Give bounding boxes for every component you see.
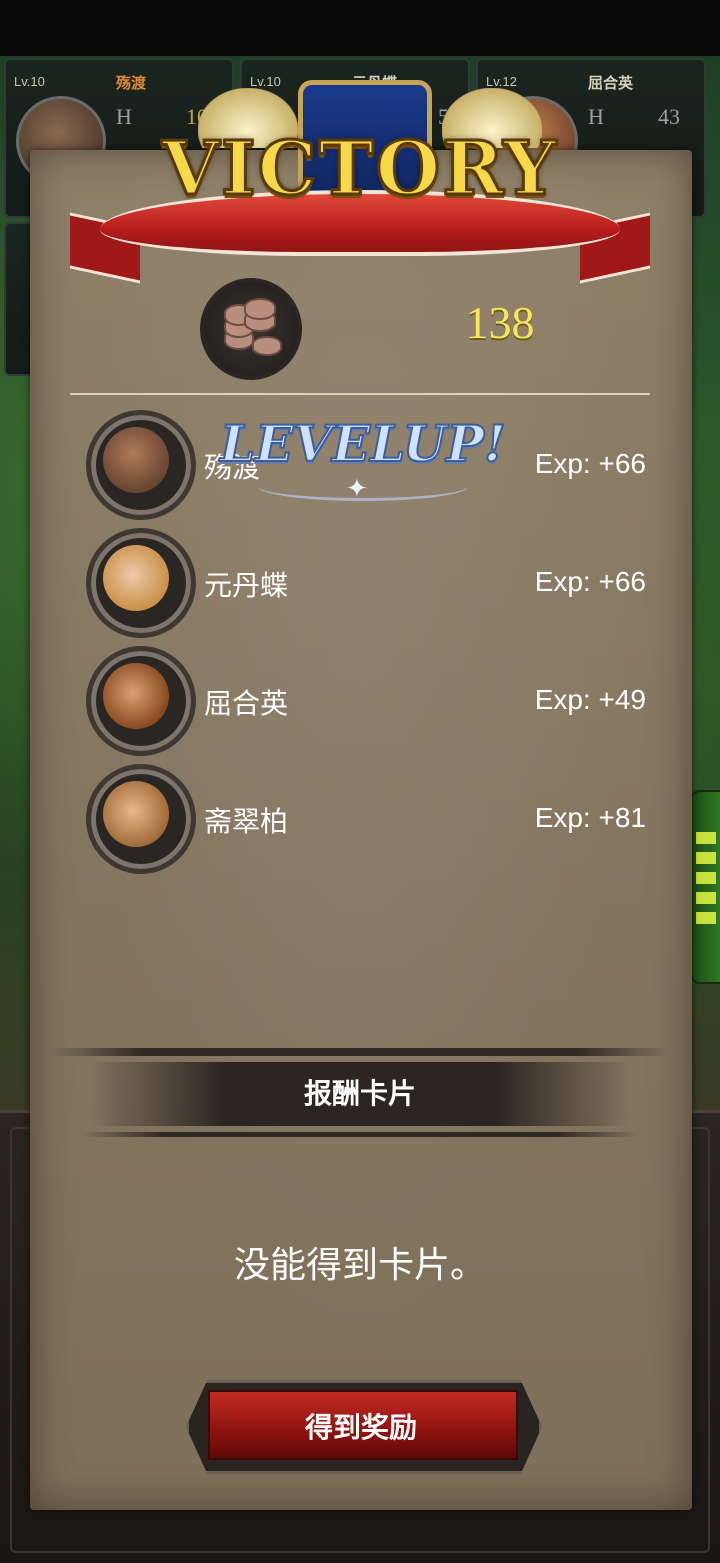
unit-hp-value: 43: [658, 104, 680, 129]
victory-title: VICTORY: [160, 125, 559, 214]
header-ornament-bottom: [80, 1132, 640, 1137]
gauge-segment: [696, 912, 716, 924]
hero-exp: Exp: +66: [534, 566, 646, 597]
header-ornament-top: [50, 1048, 670, 1056]
side-energy-gauge[interactable]: [690, 790, 720, 984]
hero-exp-row: 斋翠柏 Exp: +81: [80, 764, 660, 874]
hero-exp-row: 元丹蝶 Exp: +66: [80, 528, 660, 638]
hero-exp-row: 屈合英 Exp: +49: [80, 646, 660, 756]
hero-name: 斋翠柏: [204, 805, 289, 838]
hero-face: [103, 663, 169, 729]
hero-portrait: [86, 410, 196, 520]
hero-portrait: [86, 646, 196, 756]
coin: [244, 298, 276, 320]
coin-reward-value: 138: [465, 297, 535, 348]
hero-exp: Exp: +66: [534, 448, 646, 479]
hero-portrait: [86, 528, 196, 638]
gauge-segment: [696, 832, 716, 844]
level-up-badge: LEVELUP! ✦: [218, 408, 508, 508]
coin: [252, 336, 282, 356]
coin-stack-icon: [200, 278, 302, 380]
sparkle-icon: ✦: [346, 474, 368, 504]
victory-banner: VICTORY: [70, 70, 650, 284]
gauge-segment: [696, 852, 716, 864]
unit-level: Lv.10: [14, 74, 45, 89]
hero-face: [103, 427, 169, 493]
level-up-text: LEVELUP!: [219, 413, 507, 474]
reward-card-title: 报酬卡片: [303, 1077, 416, 1110]
hero-exp: Exp: +49: [534, 684, 646, 715]
no-card-message: 没能得到卡片。: [233, 1245, 486, 1286]
gauge-segment: [696, 872, 716, 884]
hero-face: [103, 781, 169, 847]
claim-reward-button[interactable]: 得到奖励: [186, 1380, 542, 1474]
reward-card-header: 报酬卡片: [50, 1040, 670, 1140]
hero-name: 屈合英: [204, 687, 289, 720]
hero-face: [103, 545, 169, 611]
hero-portrait: [86, 764, 196, 874]
hero-name: 元丹蝶: [204, 569, 289, 602]
divider: [70, 393, 650, 395]
hero-exp: Exp: +81: [534, 802, 646, 833]
claim-reward-label: 得到奖励: [304, 1411, 417, 1444]
gauge-segment: [696, 892, 716, 904]
